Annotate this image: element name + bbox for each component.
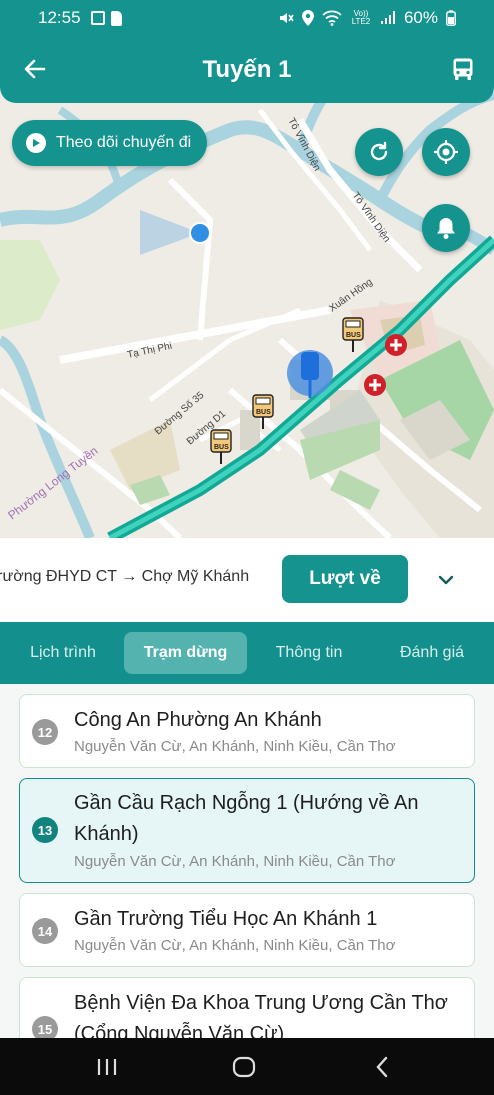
system-back-button[interactable] <box>367 1054 397 1080</box>
stop-name: Bệnh Viện Đa Khoa Trung Ương Cần Thơ (Cổ… <box>74 992 448 1038</box>
map-label: BUS <box>256 409 271 416</box>
stop-address: Nguyễn Văn Cừ, An Khánh, Ninh Kiều, Cần … <box>74 853 396 870</box>
location-icon <box>301 10 314 26</box>
map-label: BUS <box>346 332 361 339</box>
wifi-icon <box>322 10 342 26</box>
system-navigation-bar <box>0 1038 494 1095</box>
sd-card-icon <box>110 10 122 26</box>
stop-name: Gần Cầu Rạch Ngỗng 1 (Hướng về An Khánh) <box>74 792 419 845</box>
stop-card[interactable]: 14 Gần Trường Tiểu Học An Khánh 1 Nguyễn… <box>19 893 475 967</box>
route-direction-text: Trường ĐHYD CT → Chợ Mỹ Khánh <box>0 568 250 585</box>
status-right-icons: Vo)) LTE2 60% <box>278 8 456 28</box>
signal-icon <box>380 11 395 24</box>
stop-number-badge: 12 <box>32 719 58 745</box>
tab-bar: Lịch trình Trạm dừng Thông tin Đánh giá <box>0 622 494 684</box>
expand-button[interactable] <box>432 566 460 594</box>
mute-icon <box>279 13 294 23</box>
refresh-icon <box>370 141 388 161</box>
stop-address: Nguyễn Văn Cừ, An Khánh, Ninh Kiều, Cần … <box>74 738 396 755</box>
page-title: Tuyến 1 <box>202 56 292 83</box>
recent-apps-button[interactable] <box>92 1054 122 1080</box>
map-label: BUS <box>214 444 229 451</box>
route-direction-bar: Trường ĐHYD CT → Chợ Mỹ Khánh Lượt về <box>0 538 494 622</box>
status-notification-icons <box>90 10 122 26</box>
stop-card[interactable]: 12 Công An Phường An Khánh Nguyễn Văn Cừ… <box>19 694 475 768</box>
gallery-icon <box>90 11 105 25</box>
chevron-left-icon <box>376 1056 388 1078</box>
recent-apps-icon <box>97 1059 117 1075</box>
stop-address: Nguyễn Văn Cừ, An Khánh, Ninh Kiều, Cần … <box>74 937 396 954</box>
bell-icon <box>437 218 455 239</box>
tab-stops[interactable]: Trạm dừng <box>124 632 247 674</box>
stop-name: Gần Trường Tiểu Học An Khánh 1 <box>74 908 378 930</box>
refresh-button[interactable] <box>355 128 403 176</box>
network-label: Vo)) LTE2 <box>351 9 371 26</box>
crosshair-icon <box>434 140 458 164</box>
my-location-button[interactable] <box>422 128 470 176</box>
stop-number-badge: 13 <box>32 817 58 843</box>
home-icon <box>232 1056 256 1078</box>
battery-percent: 60% <box>403 8 438 27</box>
chevron-down-icon <box>438 575 454 585</box>
play-icon <box>26 133 46 153</box>
home-button[interactable] <box>229 1054 259 1080</box>
status-time: 12:55 <box>38 8 81 27</box>
stop-number-badge: 14 <box>32 918 58 944</box>
track-trip-label: Theo dõi chuyến đi <box>56 134 192 151</box>
tab-reviews[interactable]: Đánh giá <box>390 632 474 674</box>
nav-bar: Tuyến 1 <box>0 40 494 98</box>
notification-button[interactable] <box>422 204 470 252</box>
stop-number-badge: 15 <box>32 1016 58 1038</box>
battery-icon <box>446 10 456 26</box>
bus-button[interactable] <box>446 52 480 86</box>
tab-info[interactable]: Thông tin <box>262 632 356 674</box>
stop-card-selected[interactable]: 13 Gần Cầu Rạch Ngỗng 1 (Hướng về An Khá… <box>19 778 475 883</box>
track-trip-button[interactable]: Theo dõi chuyến đi <box>12 120 208 166</box>
app-header: 12:55 Vo)) LTE2 60% Tuyến 1 <box>0 0 494 103</box>
stop-card[interactable]: 15 Bệnh Viện Đa Khoa Trung Ương Cần Thơ … <box>19 977 475 1038</box>
bus-icon <box>453 58 473 80</box>
stop-name: Công An Phường An Khánh <box>74 709 322 731</box>
stop-list[interactable]: 12 Công An Phường An Khánh Nguyễn Văn Cừ… <box>0 684 494 1038</box>
tab-schedule[interactable]: Lịch trình <box>18 632 108 674</box>
return-direction-button[interactable]: Lượt về <box>282 555 408 603</box>
status-bar: 12:55 Vo)) LTE2 60% <box>0 0 494 36</box>
